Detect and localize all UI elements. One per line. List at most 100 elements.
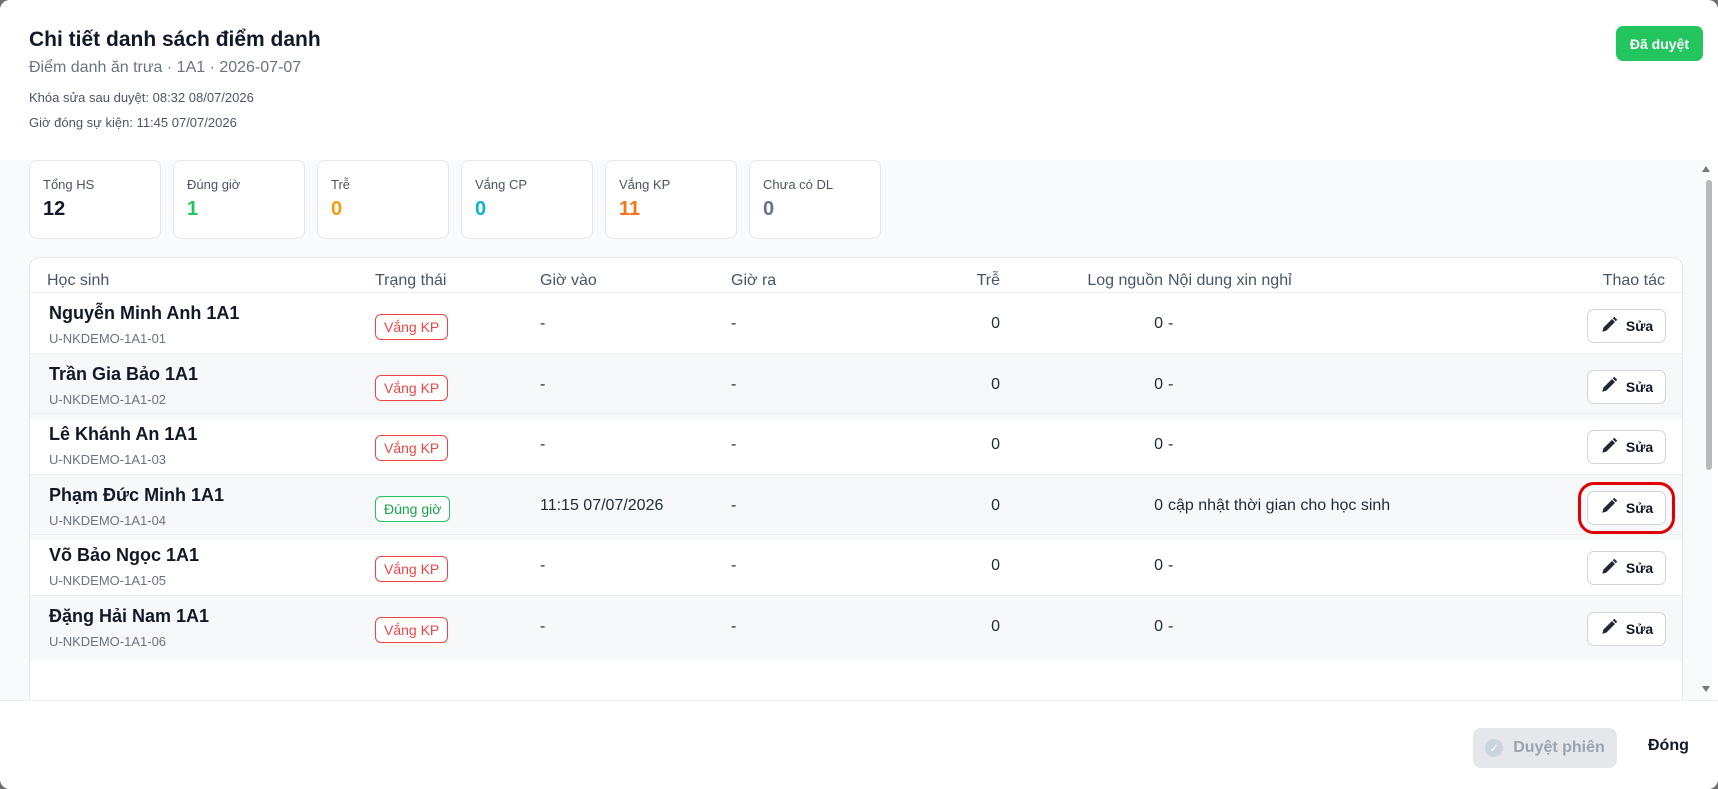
edit-button[interactable]: Sửa <box>1587 309 1666 343</box>
col-header-status: Trạng thái <box>375 272 447 289</box>
late-cell: 0 <box>991 315 1000 332</box>
edit-button[interactable]: Sửa <box>1587 430 1666 464</box>
modal-subtitle: Điểm danh ăn trưa · 1A1 · 2026-07-07 <box>29 59 302 76</box>
student-code: U-NKDEMO-1A1-01 <box>49 331 167 346</box>
approved-status-badge: Đã duyệt <box>1615 26 1703 61</box>
leave-note-cell: - <box>1168 617 1174 635</box>
leave-note-cell: cập nhật thời gian cho học sinh <box>1168 496 1391 514</box>
check-circle-icon: ✓ <box>1485 739 1504 757</box>
stat-value: 1 <box>187 198 199 220</box>
table-row: Nguyễn Minh Anh 1A1 U-NKDEMO-1A1-01 Vắng K… <box>30 292 1682 358</box>
attendance-table: Học sinh Trạng thái Giờ vào Giờ ra Trễ L… <box>29 257 1683 700</box>
time-out-cell: - <box>731 375 737 393</box>
pencil-icon <box>1600 558 1618 579</box>
log-source-cell: 0 <box>1154 617 1163 635</box>
stat-value: 12 <box>43 198 66 220</box>
student-name: Phạm Đức Minh 1A1 <box>49 484 225 505</box>
stat-label: Vắng KP <box>619 177 671 192</box>
table-row: Đặng Hải Nam 1A1 U-NKDEMO-1A1-06 Vắng KP - -… <box>30 594 1682 661</box>
modal-footer: ✓ Duyệt phiên Đóng <box>0 700 1718 789</box>
stat-card: Vắng KP 11 <box>605 160 737 239</box>
table-row: Trần Gia Bảo 1A1 U-NKDEMO-1A1-02 Vắng KP - -… <box>30 352 1682 419</box>
student-name: Trần Gia Bảo 1A1 <box>49 363 199 384</box>
status-badge: Đúng giờ <box>375 495 451 522</box>
stat-label: Trễ <box>331 177 351 192</box>
student-code: U-NKDEMO-1A1-02 <box>49 391 167 407</box>
status-badge: Vắng KP <box>375 616 449 643</box>
lock-info: Khóa sửa sau duyệt: 08:32 08/07/2026 <box>29 90 254 105</box>
col-header-actions: Thao tác <box>1602 272 1665 289</box>
log-source-cell: 0 <box>1154 557 1163 574</box>
pencil-icon <box>1600 497 1618 518</box>
modal-body[interactable]: Tổng HS 12 Đúng giờ 1 Trễ 0 Vắng CP 0 Vắng KP 11 C… <box>0 160 1712 700</box>
edit-button[interactable]: Sửa <box>1578 481 1675 534</box>
modal-title: Chi tiết danh sách điểm danh <box>29 28 321 51</box>
col-header-late: Trễ <box>976 272 1000 289</box>
col-header-time-in: Giờ vào <box>540 272 597 289</box>
pencil-icon <box>1600 376 1618 397</box>
stat-value: 11 <box>619 198 641 220</box>
col-header-time-out: Giờ ra <box>731 272 777 289</box>
student-name: Đặng Hải Nam 1A1 <box>49 605 210 626</box>
leave-note-cell: - <box>1168 375 1174 393</box>
approve-session-button[interactable]: ✓ Duyệt phiên <box>1473 728 1617 768</box>
pencil-icon <box>1600 437 1618 458</box>
time-in-cell: - <box>540 436 546 453</box>
time-out-cell: - <box>731 557 737 574</box>
time-in-cell: 11:15 07/07/2026 <box>540 496 664 514</box>
time-out-cell: - <box>731 436 737 453</box>
student-name: Võ Bảo Ngọc 1A1 <box>49 545 200 565</box>
edit-label: Sửa <box>1625 378 1654 395</box>
edit-button[interactable]: Sửa <box>1587 369 1666 404</box>
log-source-cell: 0 <box>1154 315 1163 332</box>
late-cell: 0 <box>991 375 1000 393</box>
close-button[interactable]: Đóng <box>1648 737 1689 755</box>
stat-card: Tổng HS 12 <box>29 160 161 239</box>
stat-label: Tổng HS <box>43 177 95 192</box>
table-row: Phạm Đức Minh 1A1 U-NKDEMO-1A1-04 Đúng giờ… <box>30 473 1682 540</box>
late-cell: 0 <box>991 557 1000 574</box>
edit-label: Sửa <box>1625 560 1654 576</box>
time-out-cell: - <box>731 315 737 332</box>
stat-card: Vắng CP 0 <box>461 160 593 239</box>
student-name: Nguyễn Minh Anh 1A1 <box>49 303 240 323</box>
student-code: U-NKDEMO-1A1-03 <box>49 452 167 467</box>
leave-note-cell: - <box>1168 315 1174 332</box>
pencil-icon <box>1600 618 1618 639</box>
leave-note-cell: - <box>1168 557 1174 574</box>
status-badge: Vắng KP <box>375 374 449 401</box>
stat-card: Trễ 0 <box>317 160 449 239</box>
scroll-up-arrow[interactable] <box>1702 166 1710 172</box>
late-cell: 0 <box>991 436 1000 453</box>
col-header-student: Học sinh <box>47 272 110 289</box>
leave-note-cell: - <box>1168 436 1174 453</box>
edit-button[interactable]: Sửa <box>1587 611 1666 646</box>
student-code: U-NKDEMO-1A1-06 <box>49 633 167 649</box>
log-source-cell: 0 <box>1154 496 1163 514</box>
modal-header: Chi tiết danh sách điểm danh Điểm danh ă… <box>0 0 1718 160</box>
log-source-cell: 0 <box>1154 436 1163 453</box>
table-row: Võ Bảo Ngọc 1A1 U-NKDEMO-1A1-05 Vắng KP - -0… <box>30 534 1682 600</box>
stat-label: Chưa có DL <box>763 177 834 192</box>
attendance-detail-modal: Chi tiết danh sách điểm danh Điểm danh ă… <box>0 0 1718 789</box>
stat-card: Chưa có DL 0 <box>749 160 881 239</box>
time-out-cell: - <box>731 496 737 514</box>
time-in-cell: - <box>540 617 546 635</box>
time-in-cell: - <box>540 315 546 332</box>
pencil-icon <box>1600 316 1618 337</box>
scrollbar-thumb[interactable] <box>1706 180 1712 470</box>
log-source-cell: 0 <box>1154 375 1163 393</box>
stat-card: Đúng giờ 1 <box>173 160 305 239</box>
edit-button[interactable]: Sửa <box>1587 551 1666 585</box>
late-cell: 0 <box>991 496 1000 514</box>
scroll-down-arrow[interactable] <box>1702 686 1710 692</box>
student-code: U-NKDEMO-1A1-05 <box>49 573 167 588</box>
edit-label: Sửa <box>1625 439 1654 455</box>
status-badge: Vắng KP <box>375 556 449 582</box>
edit-label: Sửa <box>1625 620 1654 637</box>
close-time-info: Giờ đóng sự kiện: 11:45 07/07/2026 <box>29 115 237 130</box>
late-cell: 0 <box>991 617 1000 635</box>
status-badge: Vắng KP <box>375 314 449 340</box>
stat-label: Vắng CP <box>475 177 528 192</box>
edit-label: Sửa <box>1625 499 1654 516</box>
